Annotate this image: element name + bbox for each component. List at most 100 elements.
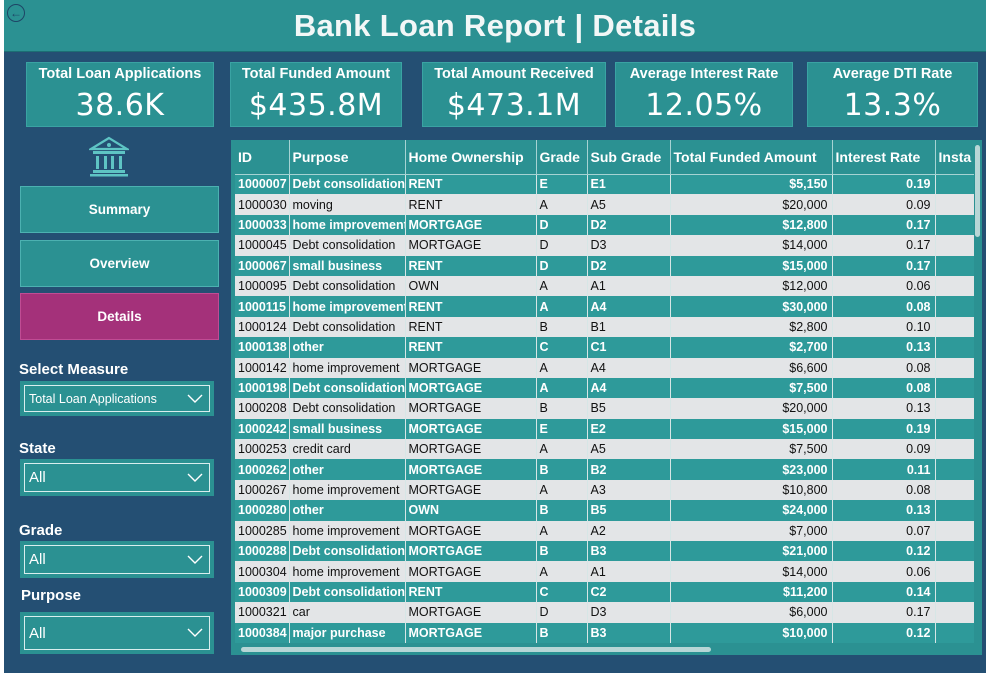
cell-interest-rate: 0.19 — [832, 418, 936, 440]
cell-id: 1000095 — [235, 275, 290, 297]
horizontal-scroll-thumb[interactable] — [241, 647, 711, 652]
table-row[interactable]: 1000208 Debt consolidation MORTGAGE B B5 $20,… — [235, 398, 982, 419]
cell-grade: A — [536, 520, 588, 542]
cell-home-ownership: MORTGAGE — [405, 561, 537, 582]
column-header-purpose[interactable]: Purpose — [289, 140, 406, 175]
cell-grade: B — [536, 398, 588, 419]
cell-id: 1000045 — [235, 235, 290, 256]
vertical-scrollbar[interactable] — [974, 140, 982, 655]
column-header-grade[interactable]: Grade — [536, 140, 588, 175]
cell-interest-rate: 0.06 — [832, 275, 936, 297]
cell-sub-grade: A4 — [587, 377, 671, 399]
cell-id: 1000067 — [235, 255, 290, 276]
state-label: State — [19, 440, 56, 457]
cell-interest-rate: 0.13 — [832, 398, 936, 419]
table-row[interactable]: 1000095 Debt consolidation OWN A A1 $12,000 0.… — [235, 275, 982, 297]
cell-grade: D — [536, 602, 588, 623]
table-row[interactable]: 1000198 Debt consolidation MORTGAGE A A4 $7,5… — [235, 377, 982, 399]
nav-overview-button[interactable]: Overview — [20, 240, 219, 287]
column-header-sub-grade[interactable]: Sub Grade — [587, 140, 671, 175]
cell-home-ownership: RENT — [405, 316, 537, 338]
column-header-interest-rate[interactable]: Interest Rate — [832, 140, 936, 175]
kpi-value: 12.05% — [645, 88, 763, 123]
cell-id: 1000115 — [235, 296, 290, 317]
cell-sub-grade: A5 — [587, 439, 671, 460]
cell-sub-grade: C2 — [587, 581, 671, 603]
cell-total-funded-amount: $6,000 — [670, 602, 833, 623]
table-row[interactable]: 1000384 major purchase MORTGAGE B B3 $10,000 0… — [235, 622, 982, 643]
cell-grade: A — [536, 561, 588, 582]
table-row[interactable]: 1000280 other OWN B B5 $24,000 0.13 — [235, 500, 982, 521]
cell-purpose: other — [289, 337, 406, 358]
column-header-id[interactable]: ID — [235, 140, 290, 175]
table-row[interactable]: 1000007 Debt consolidation RENT E E1 $5,150 0.… — [235, 174, 982, 195]
back-arrow-icon[interactable]: ← — [7, 4, 25, 22]
grade-label: Grade — [19, 522, 63, 539]
table-row[interactable]: 1000142 home improvement MORTGAGE A A4 $6,600… — [235, 357, 982, 378]
cell-home-ownership: MORTGAGE — [405, 235, 537, 256]
nav-summary-button[interactable]: Summary — [20, 186, 219, 233]
kpi-card-average-interest-rate: Average Interest Rate 12.05% — [615, 62, 793, 127]
column-header-total-funded-amount[interactable]: Total Funded Amount — [670, 140, 833, 175]
nav-details-button[interactable]: Details — [20, 293, 219, 340]
cell-interest-rate: 0.12 — [832, 622, 936, 643]
table-row[interactable]: 1000288 Debt consolidation MORTGAGE B B3 $21,… — [235, 541, 982, 562]
table-row[interactable]: 1000253 credit card MORTGAGE A A5 $7,500 0.09 — [235, 439, 982, 460]
table-row[interactable]: 1000267 home improvement MORTGAGE A A3 $10,80… — [235, 479, 982, 501]
table-row[interactable]: 1000262 other MORTGAGE B B2 $23,000 0.11 — [235, 459, 982, 480]
cell-sub-grade: E2 — [587, 418, 671, 440]
cell-total-funded-amount: $20,000 — [670, 194, 833, 215]
cell-home-ownership: RENT — [405, 255, 537, 276]
cell-purpose: moving — [289, 194, 406, 215]
cell-purpose: small business — [289, 255, 406, 276]
table-row[interactable]: 1000321 car MORTGAGE D D3 $6,000 0.17 — [235, 602, 982, 623]
cell-total-funded-amount: $6,600 — [670, 357, 833, 378]
details-table[interactable]: ID Purpose Home Ownership Grade Sub Grad… — [231, 140, 982, 655]
table-row[interactable]: 1000124 Debt consolidation RENT B B1 $2,800 0.… — [235, 316, 982, 338]
cell-total-funded-amount: $5,150 — [670, 174, 833, 195]
cell-sub-grade: B3 — [587, 541, 671, 562]
purpose-dropdown[interactable]: All — [20, 612, 214, 654]
cell-purpose: Debt consolidation — [289, 398, 406, 419]
table-row[interactable]: 1000067 small business RENT D D2 $15,000 0.17 — [235, 255, 982, 276]
kpi-card-total-amount-received: Total Amount Received $473.1M — [422, 62, 606, 127]
cell-home-ownership: MORTGAGE — [405, 214, 537, 236]
cell-sub-grade: A1 — [587, 561, 671, 582]
cell-home-ownership: RENT — [405, 337, 537, 358]
cell-grade: A — [536, 357, 588, 378]
kpi-value: 38.6K — [75, 88, 165, 123]
cell-grade: A — [536, 377, 588, 399]
cell-interest-rate: 0.06 — [832, 561, 936, 582]
cell-interest-rate: 0.10 — [832, 316, 936, 338]
report-canvas: ← Bank Loan Report | Details Total Loan … — [4, 0, 986, 673]
table-row[interactable]: 1000045 Debt consolidation MORTGAGE D D3 $14,… — [235, 235, 982, 256]
table-row[interactable]: 1000115 home improvement RENT A A4 $30,000 0.0… — [235, 296, 982, 317]
vertical-scroll-thumb[interactable] — [975, 145, 980, 237]
cell-home-ownership: OWN — [405, 500, 537, 521]
cell-purpose: credit card — [289, 439, 406, 460]
cell-grade: E — [536, 418, 588, 440]
table-row[interactable]: 1000304 home improvement MORTGAGE A A1 $14,00… — [235, 561, 982, 582]
table-row[interactable]: 1000309 Debt consolidation RENT C C2 $11,200 0… — [235, 581, 982, 603]
grade-dropdown[interactable]: All — [20, 541, 214, 578]
cell-grade: A — [536, 275, 588, 297]
cell-purpose: home improvement — [289, 479, 406, 501]
state-dropdown[interactable]: All — [20, 459, 214, 496]
cell-total-funded-amount: $12,000 — [670, 275, 833, 297]
kpi-title: Total Amount Received — [434, 66, 594, 82]
cell-interest-rate: 0.17 — [832, 255, 936, 276]
table-row[interactable]: 1000033 home improvement MORTGAGE D D2 $12,80… — [235, 214, 982, 236]
cell-interest-rate: 0.11 — [832, 459, 936, 480]
table-row[interactable]: 1000138 other RENT C C1 $2,700 0.13 — [235, 337, 982, 358]
cell-grade: C — [536, 337, 588, 358]
kpi-title: Total Funded Amount — [241, 66, 391, 82]
cell-sub-grade: A3 — [587, 479, 671, 501]
select-measure-dropdown[interactable]: Total Loan Applications — [20, 381, 214, 416]
table-header-row: ID Purpose Home Ownership Grade Sub Grad… — [235, 140, 982, 175]
table-row[interactable]: 1000030 moving RENT A A5 $20,000 0.09 — [235, 194, 982, 215]
column-header-home-ownership[interactable]: Home Ownership — [405, 140, 537, 175]
cell-id: 1000138 — [235, 337, 290, 358]
table-row[interactable]: 1000242 small business MORTGAGE E E2 $15,000 0… — [235, 418, 982, 440]
cell-purpose: home improvement — [289, 520, 406, 542]
table-row[interactable]: 1000285 home improvement MORTGAGE A A2 $7,000… — [235, 520, 982, 542]
